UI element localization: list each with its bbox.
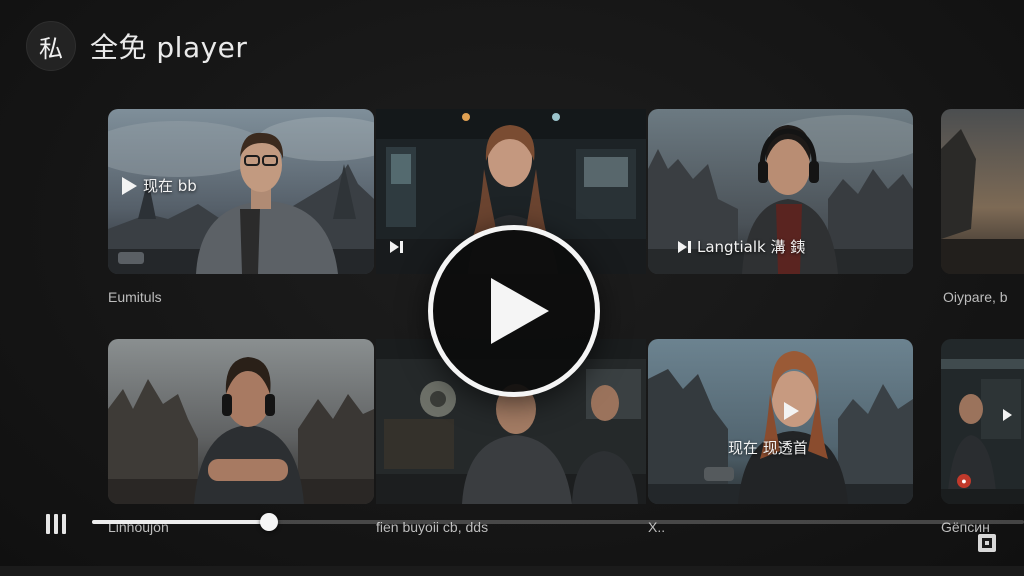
seek-bar[interactable] <box>92 513 1024 531</box>
seek-progress <box>92 520 270 524</box>
tile-label: 现在 bb <box>143 177 197 195</box>
skip-next-icon[interactable] <box>390 241 403 253</box>
tile-caption: Oiypare, b <box>943 289 1008 305</box>
video-tile-2-4[interactable]: ● <box>941 339 1024 504</box>
thumbnail-image <box>941 339 1024 504</box>
tile-overlay: 现在 bb <box>122 175 197 196</box>
next-row-strip <box>0 566 1024 576</box>
avatar[interactable]: 私 <box>26 21 76 71</box>
skip-play-icon[interactable] <box>678 240 691 253</box>
player-app: 私 全免 player 现在 bb Eumituls Langtialk 溝 銕… <box>0 0 1024 576</box>
tile-label: 现在 现透首 <box>728 439 808 457</box>
thumbnail-image <box>648 339 913 504</box>
tile-overlay <box>390 241 403 253</box>
header: 私 全免 player <box>26 20 247 72</box>
tile-label: Langtialk 溝 銕 <box>697 238 806 256</box>
play-icon <box>491 278 549 344</box>
play-icon[interactable] <box>784 402 799 420</box>
pause-button[interactable] <box>46 514 68 534</box>
video-tile-1-4[interactable] <box>941 109 1024 274</box>
tile-overlay <box>1003 409 1012 421</box>
fullscreen-icon[interactable] <box>978 534 996 552</box>
record-badge: ● <box>957 474 971 488</box>
tile-overlay <box>784 402 799 420</box>
video-tile-2-3[interactable]: 现在 现透首 <box>648 339 913 504</box>
tile-overlay-text: 现在 现透首 <box>728 437 808 458</box>
tile-caption: Eumituls <box>108 289 162 305</box>
big-play-button[interactable] <box>428 225 600 397</box>
app-title: 全免 player <box>90 31 248 64</box>
video-tile-2-1[interactable] <box>108 339 374 504</box>
thumbnail-image <box>941 109 1024 274</box>
play-icon[interactable] <box>122 176 137 195</box>
next-icon[interactable] <box>1003 409 1012 421</box>
thumbnail-image <box>108 339 374 504</box>
tile-overlay: Langtialk 溝 銕 <box>678 236 805 257</box>
seek-handle[interactable] <box>260 513 279 531</box>
video-tile-1-1[interactable]: 现在 bb <box>108 109 374 274</box>
pause-icon <box>46 514 50 534</box>
video-tile-1-3[interactable]: Langtialk 溝 銕 <box>648 109 913 274</box>
